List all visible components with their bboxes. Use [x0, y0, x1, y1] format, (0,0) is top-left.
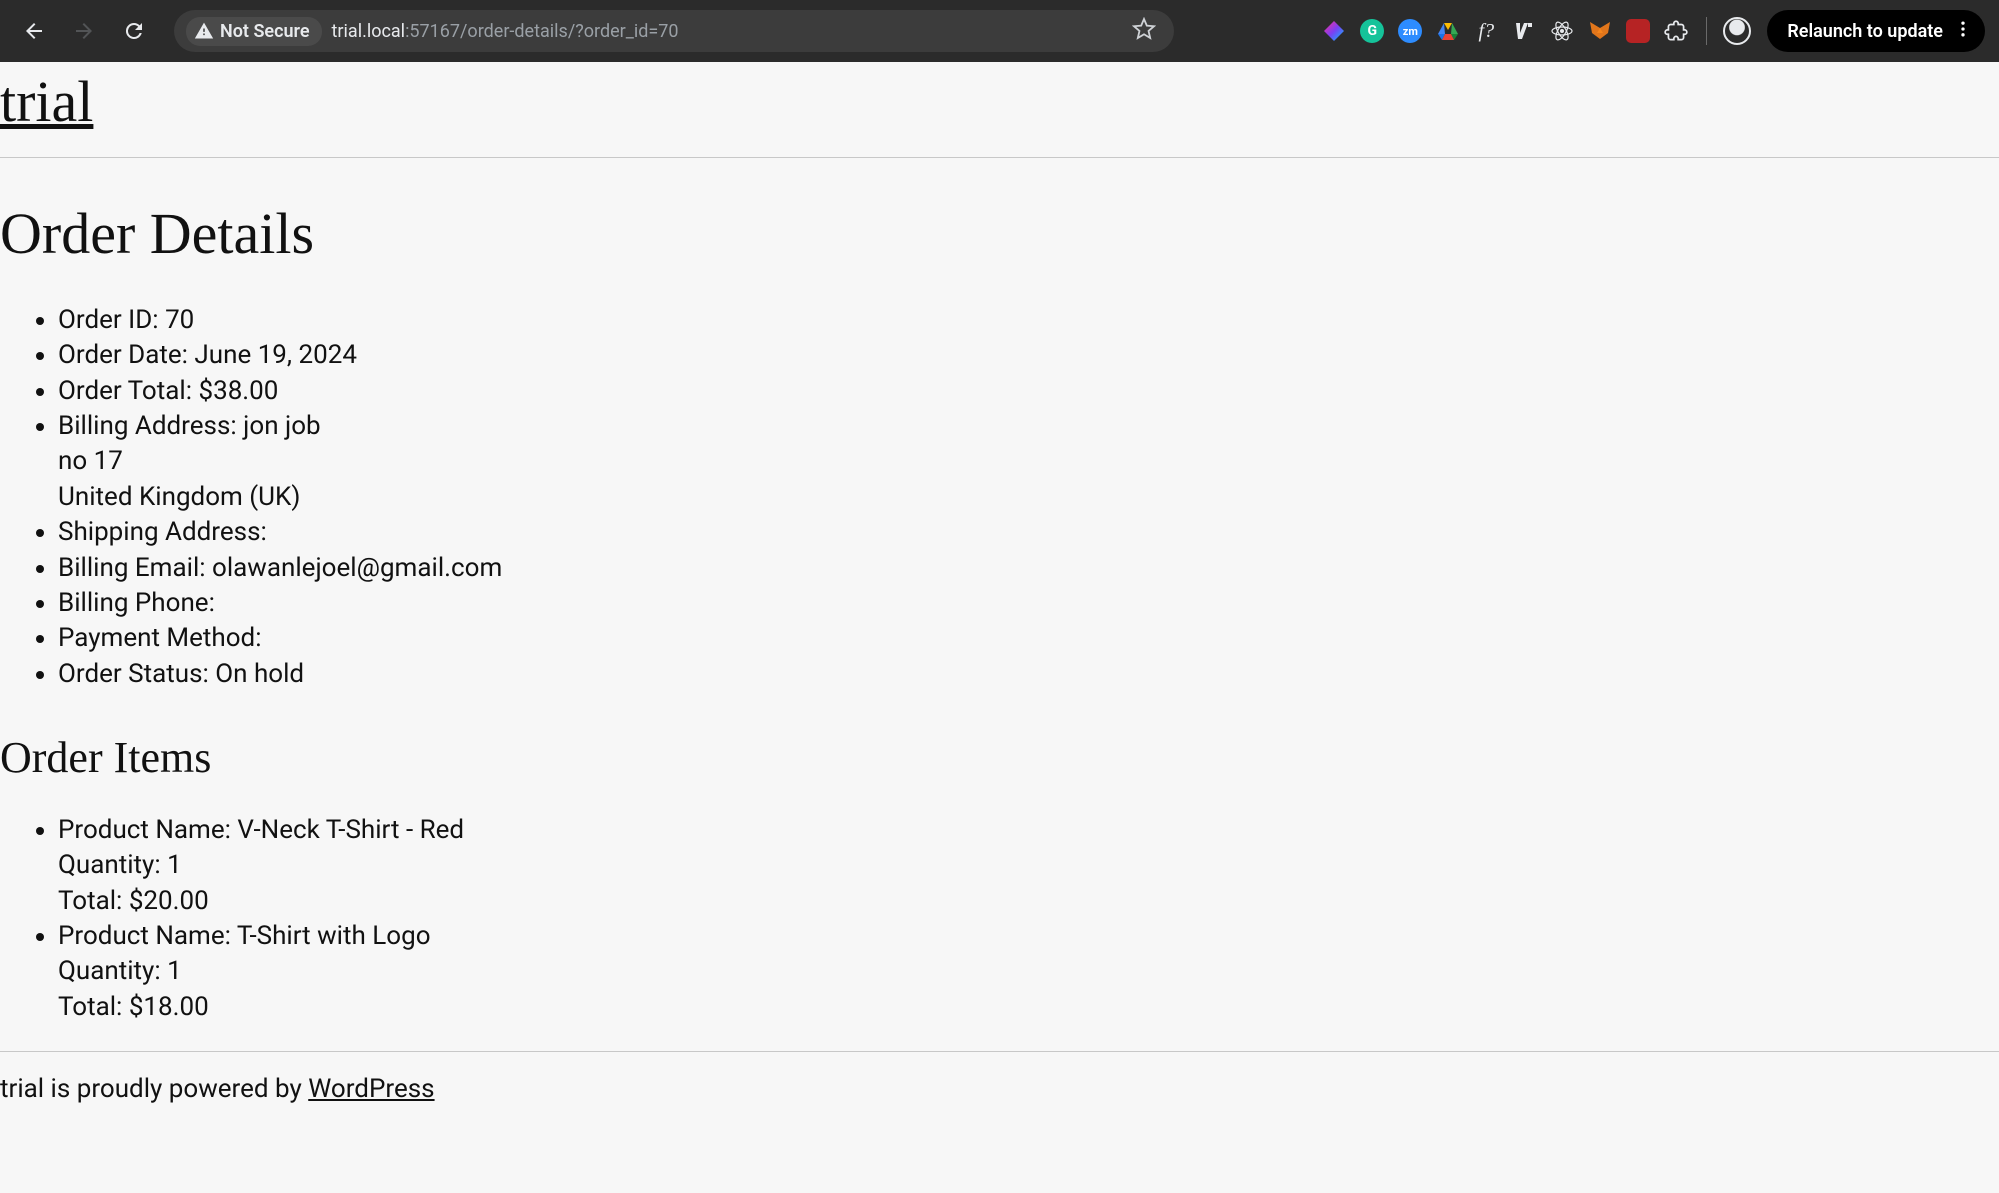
arrow-left-icon	[22, 19, 46, 43]
metamask-icon[interactable]	[1586, 17, 1614, 45]
zoom-icon[interactable]: zm	[1396, 17, 1424, 45]
back-button[interactable]	[14, 11, 54, 51]
item-total-value: $20.00	[129, 886, 209, 916]
order-status-row: Order Status: On hold	[58, 657, 1999, 692]
profile-avatar[interactable]	[1723, 17, 1751, 45]
fquestion-icon[interactable]: f?	[1472, 17, 1500, 45]
payment-method-label: Payment Method:	[58, 623, 262, 653]
drive-icon[interactable]	[1434, 17, 1462, 45]
page: trial Order Details Order ID: 70 Order D…	[0, 62, 1999, 1193]
page-content: Order Details Order ID: 70 Order Date: J…	[0, 158, 1999, 1051]
order-date-row: Order Date: June 19, 2024	[58, 338, 1999, 373]
billing-email-label: Billing Email:	[58, 553, 206, 583]
order-date-value: June 19, 2024	[194, 340, 357, 370]
order-details-list: Order ID: 70 Order Date: June 19, 2024 O…	[0, 303, 1999, 692]
billing-address-line2: no 17	[58, 444, 1999, 479]
item-total-label: Total:	[58, 992, 122, 1022]
kebab-menu-button[interactable]	[1953, 19, 1973, 44]
order-details-heading: Order Details	[0, 200, 1999, 267]
not-secure-label: Not Secure	[220, 21, 310, 42]
star-outline-icon	[1132, 17, 1156, 41]
browser-chrome: Not Secure trial.local:57167/order-detai…	[0, 0, 1999, 62]
order-items-heading: Order Items	[0, 732, 1999, 783]
drive-triangle-icon	[1436, 19, 1460, 43]
reload-icon	[122, 19, 146, 43]
item-qty-value: 1	[167, 956, 182, 986]
billing-address-line1: jon job	[243, 411, 321, 441]
atom-svg-icon	[1550, 19, 1574, 43]
item-total-value: $18.00	[129, 992, 209, 1022]
rainbow-diamond-icon[interactable]	[1320, 17, 1348, 45]
grammarly-icon[interactable]: G	[1358, 17, 1386, 45]
order-total-value: $38.00	[198, 376, 278, 406]
not-secure-chip[interactable]: Not Secure	[186, 17, 322, 46]
order-id-value: 70	[165, 305, 194, 335]
order-date-label: Order Date:	[58, 340, 188, 370]
extensions-puzzle-icon[interactable]	[1662, 17, 1690, 45]
url-text: trial.local:57167/order-details/?order_i…	[332, 21, 679, 42]
order-items-list: Product Name: V-Neck T-Shirt - Red Quant…	[0, 813, 1999, 1025]
relaunch-button[interactable]: Relaunch to update	[1767, 10, 1985, 52]
billing-phone-label: Billing Phone:	[58, 588, 215, 618]
warning-icon	[194, 21, 214, 41]
chrome-right-cluster: G zm f? Relaunch to update	[1320, 10, 1985, 52]
upi-glyph-icon	[1512, 19, 1536, 43]
footer-wordpress-link[interactable]: WordPress	[308, 1074, 434, 1104]
item-total-label: Total:	[58, 886, 122, 916]
footer-prefix: trial is proudly powered by	[0, 1074, 308, 1104]
site-title-link[interactable]: trial	[0, 62, 93, 157]
fox-icon	[1588, 19, 1612, 43]
billing-email-value: olawanlejoel@gmail.com	[212, 553, 502, 583]
billing-address-line3: United Kingdom (UK)	[58, 480, 1999, 515]
item-name-value: T-Shirt with Logo	[237, 921, 431, 951]
reload-button[interactable]	[114, 11, 154, 51]
red-square-icon[interactable]	[1624, 17, 1652, 45]
kebab-icon	[1953, 19, 1973, 39]
order-total-row: Order Total: $38.00	[58, 374, 1999, 409]
forward-button	[64, 11, 104, 51]
billing-address-label: Billing Address:	[58, 411, 237, 441]
footer: trial is proudly powered by WordPress	[0, 1052, 1999, 1144]
billing-phone-row: Billing Phone:	[58, 586, 1999, 621]
order-id-row: Order ID: 70	[58, 303, 1999, 338]
shipping-address-row: Shipping Address:	[58, 515, 1999, 550]
url-host: trial.local	[332, 21, 406, 42]
order-status-value: On hold	[215, 659, 304, 689]
list-item: Product Name: T-Shirt with Logo Quantity…	[58, 919, 1999, 1025]
relaunch-label: Relaunch to update	[1787, 21, 1943, 42]
puzzle-icon	[1663, 18, 1689, 44]
item-qty-value: 1	[167, 850, 182, 880]
bookmark-button[interactable]	[1132, 17, 1156, 46]
atom-icon[interactable]	[1548, 17, 1576, 45]
item-qty-label: Quantity:	[58, 850, 161, 880]
divider	[1706, 17, 1707, 45]
address-bar[interactable]: Not Secure trial.local:57167/order-detai…	[174, 10, 1174, 52]
payment-method-row: Payment Method:	[58, 621, 1999, 656]
item-name-value: V-Neck T-Shirt - Red	[237, 815, 464, 845]
order-status-label: Order Status:	[58, 659, 209, 689]
billing-address-row: Billing Address: jon job no 17 United Ki…	[58, 409, 1999, 515]
upi-icon[interactable]	[1510, 17, 1538, 45]
item-name-label: Product Name:	[58, 815, 231, 845]
list-item: Product Name: V-Neck T-Shirt - Red Quant…	[58, 813, 1999, 919]
arrow-right-icon	[72, 19, 96, 43]
order-id-label: Order ID:	[58, 305, 159, 335]
url-rest: :57167/order-details/?order_id=70	[405, 21, 678, 42]
item-qty-label: Quantity:	[58, 956, 161, 986]
item-name-label: Product Name:	[58, 921, 231, 951]
billing-email-row: Billing Email: olawanlejoel@gmail.com	[58, 551, 1999, 586]
order-total-label: Order Total:	[58, 376, 192, 406]
diamond-icon	[1322, 19, 1346, 43]
shipping-address-label: Shipping Address:	[58, 517, 267, 547]
